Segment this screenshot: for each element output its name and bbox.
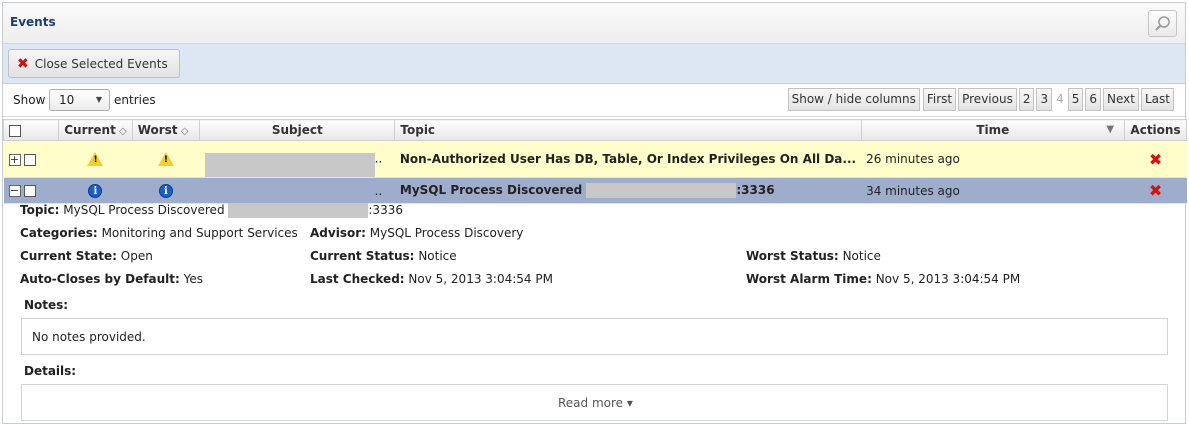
time-cell: 34 minutes ago	[861, 177, 1125, 204]
warning-icon: !	[157, 152, 174, 167]
first-page-button[interactable]: First	[922, 88, 957, 111]
page-6-button[interactable]: 6	[1085, 88, 1102, 111]
column-worst[interactable]: Worst ◇	[131, 119, 201, 141]
info-icon: i	[158, 184, 173, 198]
page-size-value: 10	[59, 93, 75, 107]
read-more-link[interactable]: Read more ▾	[558, 396, 633, 410]
close-selected-events-button[interactable]: ✖ Close Selected Events	[8, 49, 180, 78]
last-page-button[interactable]: Last	[1141, 88, 1174, 111]
detail-current-status: Current Status: Notice	[310, 249, 457, 263]
select-all-checkbox[interactable]	[9, 124, 21, 137]
sort-descending-icon: ▼	[1106, 124, 1115, 135]
column-topic[interactable]: Topic	[394, 119, 862, 141]
expand-icon[interactable]: +	[8, 153, 21, 166]
panel-title: Events	[10, 15, 56, 29]
notes-box: No notes provided.	[21, 318, 1168, 355]
next-page-button[interactable]: Next	[1103, 88, 1139, 111]
time-cell: 26 minutes ago	[861, 140, 1125, 178]
close-event-icon[interactable]: ✖	[1149, 181, 1162, 200]
panel-header: Events	[3, 3, 1185, 44]
info-icon: i	[88, 184, 103, 198]
notes-text: No notes provided.	[32, 330, 146, 344]
search-icon	[1155, 16, 1170, 31]
previous-page-button[interactable]: Previous	[958, 88, 1017, 111]
subject-cell: ..	[199, 177, 395, 204]
close-event-icon[interactable]: ✖	[1149, 150, 1162, 169]
detail-current-state: Current State: Open	[20, 249, 153, 263]
column-time[interactable]: Time ▼	[860, 119, 1126, 141]
column-actions: Actions	[1124, 119, 1187, 141]
page-4-current: 4	[1056, 92, 1064, 106]
row-checkbox[interactable]	[23, 153, 36, 166]
show-hide-columns-button[interactable]: Show / hide columns	[787, 88, 920, 111]
events-panel: Events ✖ Close Selected Events Show 10 ▼…	[2, 2, 1187, 424]
pagination: Show / hide columns First Previous 2 3 4…	[787, 88, 1174, 111]
subject-cell: ..	[199, 140, 395, 178]
detail-last-checked: Last Checked: Nov 5, 2013 3:04:54 PM	[310, 272, 553, 286]
notes-label: Notes:	[24, 298, 69, 312]
table-controls: Show 10 ▼ entries Show / hide columns Fi…	[3, 84, 1185, 117]
collapse-icon[interactable]: −	[8, 185, 21, 197]
page-2-button[interactable]: 2	[1018, 88, 1035, 111]
redacted-subject	[204, 153, 375, 177]
redacted-host	[228, 203, 369, 218]
warning-icon: !	[87, 152, 104, 167]
detail-advisor: Advisor: MySQL Process Discovery	[310, 226, 524, 240]
detail-auto-closes: Auto-Closes by Default: Yes	[20, 272, 203, 286]
close-icon: ✖	[17, 55, 29, 72]
entries-label: entries	[114, 93, 156, 107]
select-all-cell	[2, 119, 60, 141]
column-current[interactable]: Current ◇	[58, 119, 133, 141]
row-checkbox[interactable]	[23, 185, 36, 197]
table-row[interactable]: − i i .. MySQL Process Discovered :3336 …	[3, 177, 1187, 204]
show-label: Show	[13, 93, 46, 107]
redacted-host	[586, 183, 737, 198]
details-box: Read more ▾	[21, 384, 1168, 421]
events-toolbar: ✖ Close Selected Events	[3, 44, 1185, 84]
close-selected-label: Close Selected Events	[34, 56, 168, 71]
search-button[interactable]	[1148, 10, 1177, 37]
detail-categories: Categories: Monitoring and Support Servi…	[20, 226, 298, 240]
events-table: Current ◇ Worst ◇ Subject Topic Time ▼ A…	[2, 119, 1187, 204]
detail-worst-status: Worst Status: Notice	[746, 249, 881, 263]
sort-icon: ◇	[115, 126, 127, 137]
sort-icon: ◇	[177, 126, 189, 137]
topic-cell: MySQL Process Discovered :3336	[394, 177, 862, 204]
page-5-button[interactable]: 5	[1067, 88, 1084, 111]
page-3-button[interactable]: 3	[1036, 88, 1053, 111]
column-subject[interactable]: Subject	[199, 119, 396, 141]
chevron-down-icon: ▼	[95, 95, 102, 104]
table-row[interactable]: + ! ! .. Non-Authorized User Has DB, Tab…	[3, 140, 1187, 178]
page-size-select[interactable]: 10 ▼	[49, 89, 110, 111]
topic-cell: Non-Authorized User Has DB, Table, Or In…	[394, 140, 862, 178]
detail-topic: Topic: MySQL Process Discovered :3336	[20, 203, 403, 218]
table-header-row: Current ◇ Worst ◇ Subject Topic Time ▼ A…	[2, 119, 1187, 141]
details-label: Details:	[24, 364, 77, 378]
detail-worst-alarm-time: Worst Alarm Time: Nov 5, 2013 3:04:54 PM	[746, 272, 1021, 286]
